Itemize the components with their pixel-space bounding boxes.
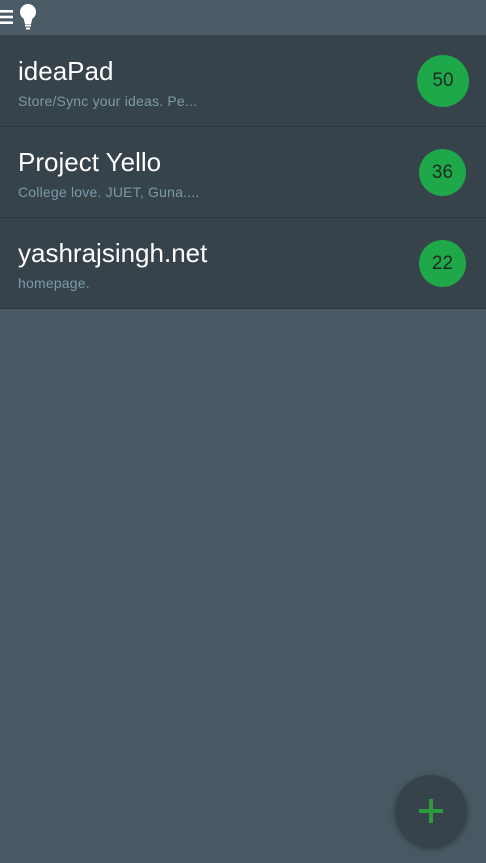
count-badge: 22 [419, 240, 466, 287]
count-badge: 36 [419, 149, 466, 196]
item-subtitle: Store/Sync your ideas. Pe... [18, 93, 198, 109]
list-item[interactable]: yashrajsingh.net homepage. 22 [0, 218, 486, 309]
item-subtitle: College love. JUET, Guna.... [18, 184, 200, 200]
top-bar [0, 0, 486, 36]
count-badge: 50 [417, 55, 469, 107]
project-list: ideaPad Store/Sync your ideas. Pe... 50 … [0, 36, 486, 309]
item-title: ideaPad [18, 56, 114, 86]
plus-icon [419, 799, 443, 823]
item-title: Project Yello [18, 147, 162, 177]
app-screen: ideaPad Store/Sync your ideas. Pe... 50 … [0, 0, 486, 863]
item-title: yashrajsingh.net [18, 238, 208, 268]
list-item[interactable]: Project Yello College love. JUET, Guna..… [0, 127, 486, 218]
list-item[interactable]: ideaPad Store/Sync your ideas. Pe... 50 [0, 36, 486, 127]
lightbulb-icon [18, 3, 38, 31]
add-project-button[interactable] [395, 775, 467, 847]
item-subtitle: homepage. [18, 275, 90, 291]
hamburger-menu-icon[interactable] [0, 9, 14, 25]
